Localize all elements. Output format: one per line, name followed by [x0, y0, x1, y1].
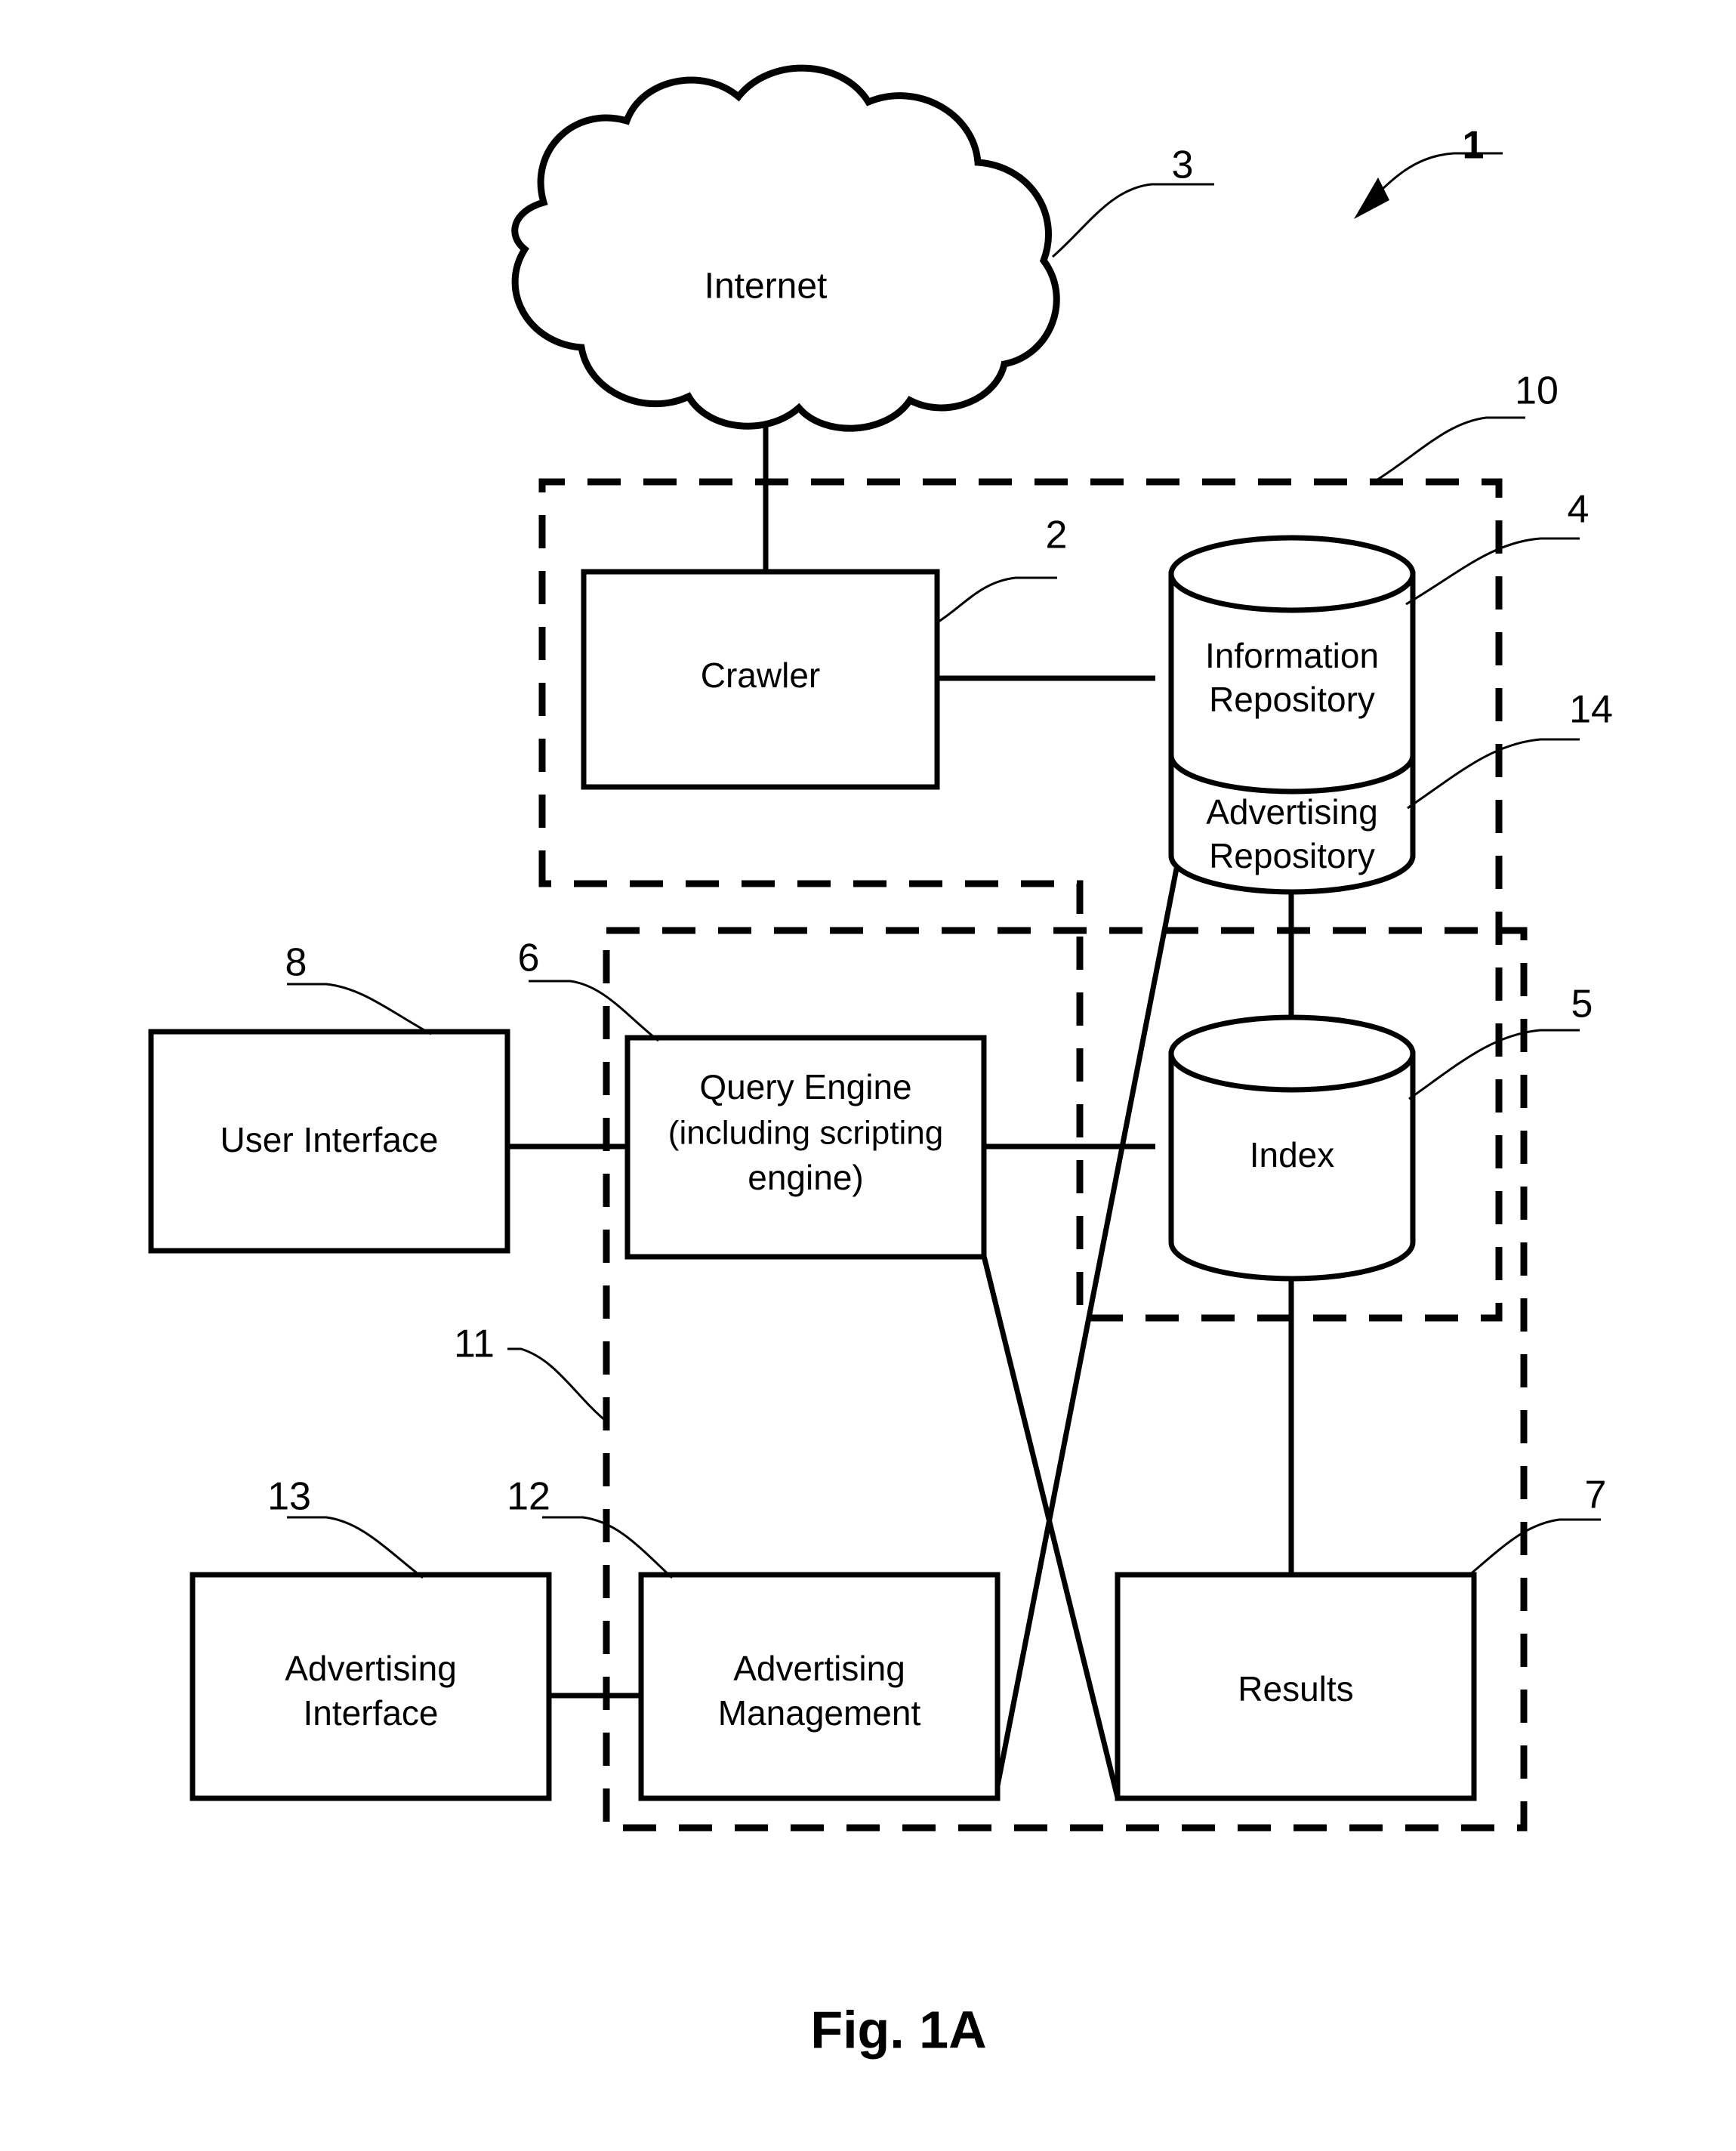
results-label: Results — [1238, 1669, 1353, 1708]
leader-line-7 — [1467, 1518, 1601, 1578]
ref-number-6: 6 — [518, 937, 540, 980]
advertising-repository-label-line2: Repository — [1209, 836, 1375, 875]
leader-line-13 — [287, 1516, 424, 1579]
query-engine-label-line1: Query Engine — [699, 1067, 911, 1106]
ref-number-5: 5 — [1571, 983, 1593, 1026]
ref-number-2: 2 — [1046, 514, 1068, 557]
repository-top-ellipse — [1168, 535, 1416, 613]
figure-page: Internet 3 1 Crawler 2 Information Repos… — [0, 0, 1736, 2151]
leader-line-6 — [529, 980, 659, 1042]
internet-label: Internet — [705, 267, 828, 307]
crawler-label: Crawler — [701, 656, 820, 695]
ref-number-8: 8 — [285, 941, 307, 985]
ref-number-10: 10 — [1515, 369, 1559, 413]
index-label: Index — [1250, 1135, 1335, 1174]
query-engine-label-line2: (including scripting — [668, 1115, 943, 1152]
ref-number-12: 12 — [507, 1475, 550, 1519]
leader-line-2 — [938, 576, 1057, 623]
ref-number-1: 1 — [1463, 124, 1485, 168]
information-repository-label-line2: Repository — [1209, 680, 1375, 719]
leader-line-11 — [507, 1347, 607, 1423]
user-interface-label: User Interface — [220, 1120, 439, 1159]
ref-number-4: 4 — [1568, 488, 1590, 532]
ref-number-13: 13 — [267, 1475, 311, 1519]
query-engine-label-line3: engine) — [748, 1158, 863, 1197]
arrowhead-system-ref — [1354, 177, 1389, 219]
information-repository-label-line1: Information — [1205, 636, 1379, 675]
leader-line-5 — [1408, 1029, 1580, 1100]
advertising-management-label-line2: Management — [718, 1693, 921, 1733]
ref-number-7: 7 — [1585, 1474, 1607, 1517]
index-top-ellipse — [1168, 1014, 1416, 1093]
advertising-repository-label-line1: Advertising — [1206, 792, 1378, 832]
internet-cloud-shape — [511, 64, 1060, 432]
patent-figure-diagram: Internet 3 1 Crawler 2 Information Repos… — [148, 64, 1613, 2059]
leader-line-8 — [287, 983, 432, 1035]
ref-number-11: 11 — [454, 1322, 495, 1366]
advertising-management-label-line1: Advertising — [733, 1649, 905, 1688]
leader-line-3 — [1052, 183, 1214, 258]
leader-line-10 — [1372, 416, 1525, 484]
ref-number-3: 3 — [1172, 144, 1194, 187]
ref-number-14: 14 — [1569, 688, 1613, 732]
advertising-interface-label-line1: Advertising — [285, 1649, 457, 1688]
advertising-interface-label-line2: Interface — [304, 1693, 439, 1733]
figure-caption: Fig. 1A — [810, 2000, 986, 2059]
leader-line-14 — [1407, 738, 1580, 810]
leader-line-4 — [1405, 537, 1580, 606]
